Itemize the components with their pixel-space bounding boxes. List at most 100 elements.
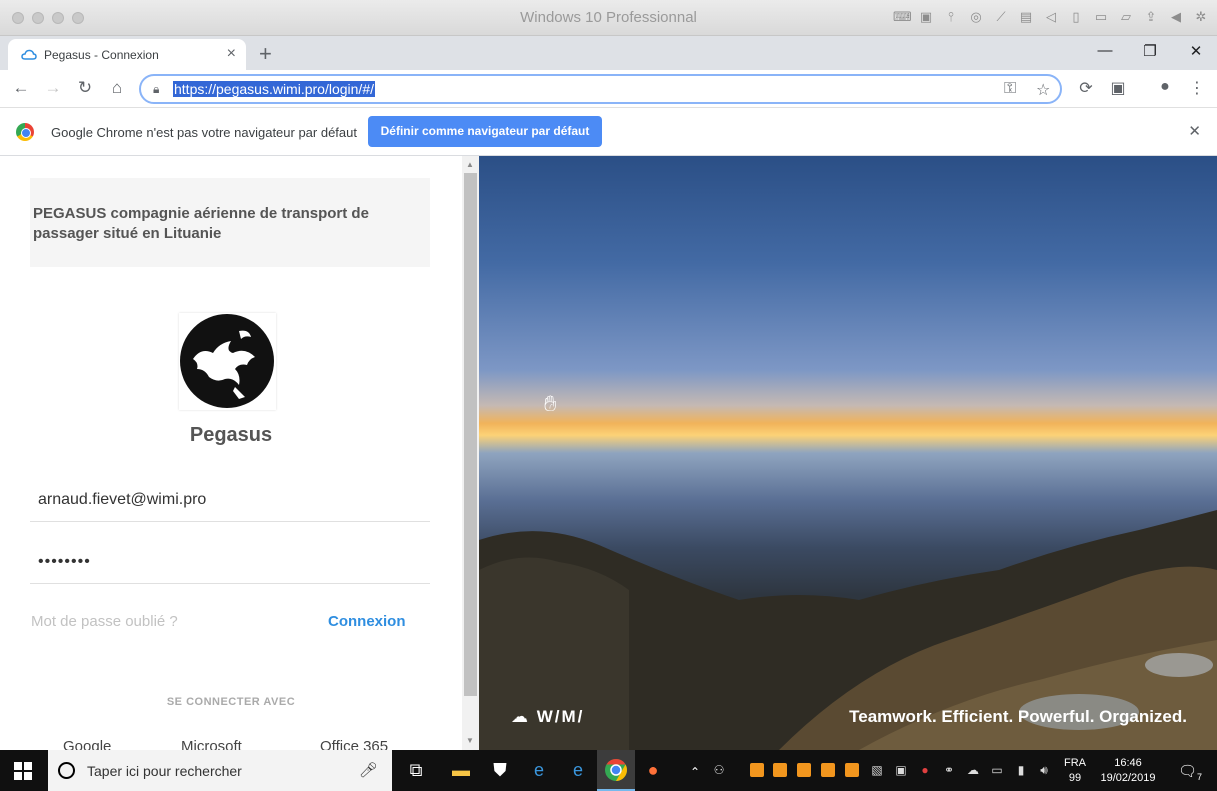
tray-app-9-icon[interactable]: ⚭ xyxy=(941,762,957,778)
taskbar-overflow-icon[interactable]: ⌃ xyxy=(683,760,707,784)
close-window-button[interactable]: ✕ xyxy=(1186,42,1206,60)
url-text[interactable]: https://pegasus.wimi.pro/login/#/ xyxy=(173,81,375,97)
page-content: PEGASUS compagnie aérienne de transport … xyxy=(0,156,1217,750)
sound-icon[interactable]: ◁ xyxy=(1043,9,1059,25)
hand-cursor-icon: ✋︎ xyxy=(544,391,557,416)
forward-icon[interactable]: → xyxy=(42,78,64,98)
tray-app-1-icon[interactable] xyxy=(750,763,764,777)
company-description: PEGASUS compagnie aérienne de transport … xyxy=(33,205,369,242)
back-icon[interactable]: ← xyxy=(10,78,32,98)
network-icon[interactable]: ⟋ xyxy=(993,9,1009,25)
tray-app-3-icon[interactable] xyxy=(797,763,811,777)
maximize-window-button[interactable]: ❐ xyxy=(1140,42,1160,60)
volume-icon[interactable]: 🔊︎ xyxy=(1036,762,1052,778)
onedrive-icon[interactable]: ☁ xyxy=(965,762,981,778)
menu-kebab-icon[interactable]: ⋮ xyxy=(1187,78,1207,98)
internet-explorer-icon[interactable]: e xyxy=(527,758,551,782)
tray-app-8-icon[interactable]: ● xyxy=(917,762,933,778)
notification-count: 7 xyxy=(1197,772,1203,782)
scroll-thumb[interactable] xyxy=(464,173,477,696)
keyboard-icon[interactable]: ⌨ xyxy=(893,9,912,25)
vm-titlebar: Windows 10 Professionnal ⌨ ▣ ⫯ ◎ ⟋ ▤ ◁ ▯… xyxy=(0,0,1217,36)
chrome-taskbar-button[interactable] xyxy=(597,750,635,791)
microsoft-login-button[interactable]: Microsoft xyxy=(181,738,242,750)
hero-background-image: ✋︎ ☁ W/M/ Teamwork. Efficient. Powerful.… xyxy=(479,156,1217,750)
camera-icon[interactable]: ▭ xyxy=(1093,9,1109,25)
cloud-icon xyxy=(21,49,37,60)
chrome-logo-icon xyxy=(16,123,34,141)
tray-app-7-icon[interactable]: ▣ xyxy=(893,762,909,778)
cortana-icon xyxy=(58,762,75,779)
mountain-landscape xyxy=(479,510,1217,750)
password-value: •••••••• xyxy=(38,553,91,570)
extension-sync-icon[interactable]: ⟳ xyxy=(1076,78,1096,98)
email-value: arnaud.fievet@wimi.pro xyxy=(38,491,207,508)
taskbar-search-box[interactable]: Taper ici pour rechercher 🎤︎ xyxy=(48,750,392,791)
firefox-icon[interactable]: ● xyxy=(641,758,665,782)
infobar-close-icon[interactable]: ✕ xyxy=(1188,122,1201,140)
share-icon[interactable]: ⇪ xyxy=(1143,9,1159,25)
extension-bag-icon[interactable]: ▣ xyxy=(1108,78,1128,98)
scroll-up-icon[interactable]: ▲ xyxy=(466,160,474,169)
search-placeholder: Taper ici pour rechercher xyxy=(87,763,242,779)
minimize-window-button[interactable]: — xyxy=(1095,42,1115,59)
edge-icon[interactable]: e xyxy=(566,758,590,782)
language-sub: 99 xyxy=(1068,772,1082,784)
gear-icon[interactable]: ✲ xyxy=(1193,9,1209,25)
lock-icon[interactable]: 🔒︎ xyxy=(153,82,159,97)
cpu-icon[interactable]: ▣ xyxy=(918,9,934,25)
google-login-button[interactable]: Google xyxy=(63,738,111,750)
input-language[interactable]: FRA 99 xyxy=(1063,756,1087,786)
tray-app-2-icon[interactable] xyxy=(773,763,787,777)
default-browser-infobar: Google Chrome n'est pas votre navigateur… xyxy=(0,108,1217,156)
usb-icon[interactable]: ⫯ xyxy=(943,9,959,25)
taskbar-clock[interactable]: 16:46 19/02/2019 xyxy=(1092,756,1164,786)
organization-name: Pegasus xyxy=(189,424,273,446)
windows-start-icon[interactable] xyxy=(14,762,32,780)
tray-app-5-icon[interactable] xyxy=(845,763,859,777)
tab-pegasus[interactable]: Pegasus - Connexion × xyxy=(8,39,246,70)
clock-date: 19/02/2019 xyxy=(1100,772,1156,784)
microphone-icon[interactable]: 🎤︎ xyxy=(359,761,378,779)
forgot-password-link[interactable]: Mot de passe oublié ? xyxy=(31,613,178,630)
reload-icon[interactable]: ↻ xyxy=(74,78,96,98)
profile-icon[interactable]: ● xyxy=(1155,78,1175,96)
browser-toolbar: ← → ↻ ⌂ 🔒︎ https://pegasus.wimi.pro/logi… xyxy=(0,70,1217,108)
windows-taskbar: Taper ici pour rechercher 🎤︎ ⧉ ▬ ⛊ e e ●… xyxy=(0,750,1217,791)
tray-app-4-icon[interactable] xyxy=(821,763,835,777)
language-code: FRA xyxy=(1064,757,1086,769)
people-icon[interactable]: ⚇ xyxy=(711,762,727,778)
bookmark-star-icon[interactable]: ☆ xyxy=(1036,80,1050,100)
phone-icon[interactable]: ▯ xyxy=(1068,9,1084,25)
key-icon[interactable]: ⚿ xyxy=(1004,80,1016,98)
tab-title: Pegasus - Connexion xyxy=(44,48,159,62)
triangle-left-icon[interactable]: ◀ xyxy=(1168,9,1184,25)
scroll-down-icon[interactable]: ▼ xyxy=(466,736,474,745)
wimi-logo: ☁ W/M/ xyxy=(511,707,585,726)
file-explorer-icon[interactable]: ▬ xyxy=(449,758,473,782)
vm-toolbar-icons: ⌨ ▣ ⫯ ◎ ⟋ ▤ ◁ ▯ ▭ ▱ ⇪ ◀ ✲ xyxy=(893,9,1209,25)
infobar-message: Google Chrome n'est pas votre navigateur… xyxy=(51,125,357,140)
folder-share-icon[interactable]: ▱ xyxy=(1118,9,1134,25)
tray-app-6-icon[interactable]: ▧ xyxy=(869,762,885,778)
task-view-icon[interactable]: ⧉ xyxy=(404,758,428,782)
disk-icon[interactable]: ▤ xyxy=(1018,9,1034,25)
password-field[interactable]: •••••••• xyxy=(30,540,430,584)
email-field[interactable]: arnaud.fievet@wimi.pro xyxy=(30,478,430,522)
company-logo xyxy=(179,313,276,410)
network-tray-icon[interactable]: ▭ xyxy=(989,762,1005,778)
store-icon[interactable]: ⛊ xyxy=(488,758,512,782)
cd-icon[interactable]: ◎ xyxy=(968,9,984,25)
office365-login-button[interactable]: Office 365 xyxy=(320,738,388,750)
notification-center-icon[interactable]: 🗨︎7 xyxy=(1178,762,1202,782)
close-tab-icon[interactable]: × xyxy=(227,45,236,63)
clock-time: 16:46 xyxy=(1114,757,1142,769)
address-bar[interactable]: 🔒︎ https://pegasus.wimi.pro/login/#/ ⚿ ☆ xyxy=(139,74,1062,104)
new-tab-button[interactable]: + xyxy=(259,41,272,67)
wimi-brand-text: W/M/ xyxy=(536,707,585,726)
set-default-browser-button[interactable]: Définir comme navigateur par défaut xyxy=(368,116,602,147)
home-icon[interactable]: ⌂ xyxy=(106,78,128,98)
login-scrollbar[interactable]: ▲ ▼ xyxy=(462,156,479,750)
connexion-button[interactable]: Connexion xyxy=(328,613,406,630)
battery-icon[interactable]: ▮ xyxy=(1013,762,1029,778)
